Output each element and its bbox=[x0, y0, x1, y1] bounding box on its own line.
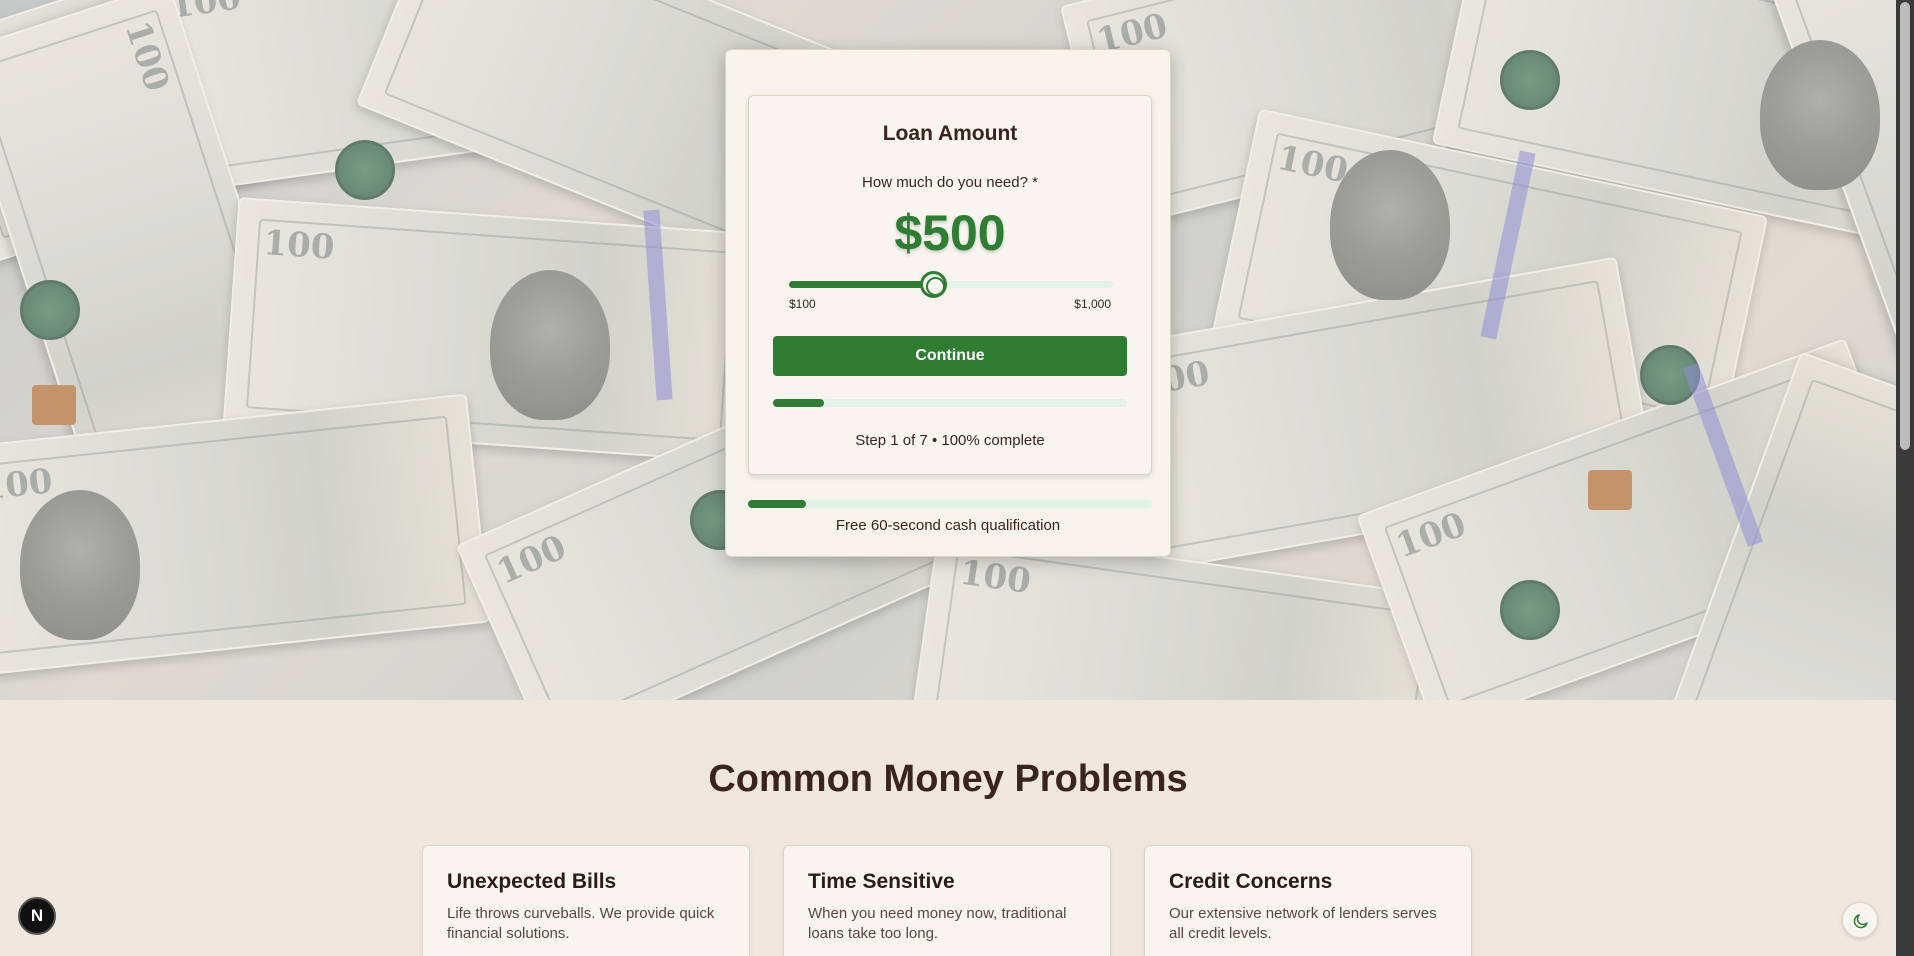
qualification-tagline: Free 60-second cash qualification bbox=[835, 517, 1061, 534]
section-title: Common Money Problems bbox=[708, 758, 1188, 800]
overall-progress-fill bbox=[748, 500, 806, 508]
amount-display: $500 bbox=[894, 205, 1006, 261]
feature-card-description: Our extensive network of lenders serves … bbox=[1169, 905, 1437, 942]
step-progress-fill bbox=[773, 399, 824, 407]
step-status-text: Step 1 of 7 • 100% complete bbox=[855, 432, 1045, 449]
amount-slider[interactable] bbox=[789, 271, 1113, 298]
page-scrollbar[interactable] bbox=[1896, 0, 1914, 956]
overall-progress-bar bbox=[748, 500, 1152, 508]
feature-card-unexpected-bills: Unexpected Bills Life throws curveballs.… bbox=[422, 845, 750, 956]
amount-slider-fill bbox=[789, 281, 933, 288]
feature-card-credit-concerns: Credit Concerns Our extensive network of… bbox=[1144, 845, 1472, 956]
loan-form-card: Loan Amount How much do you need? * $500… bbox=[725, 49, 1171, 557]
feature-card-description: When you need money now, traditional loa… bbox=[808, 905, 1067, 942]
amount-question-label: How much do you need? * bbox=[862, 174, 1038, 191]
amount-slider-thumb[interactable] bbox=[919, 271, 947, 298]
feature-card-time-sensitive: Time Sensitive When you need money now, … bbox=[783, 845, 1111, 956]
dev-tools-badge[interactable]: N bbox=[18, 897, 56, 935]
feature-card-title: Credit Concerns bbox=[1169, 870, 1333, 893]
theme-toggle-button[interactable] bbox=[1842, 902, 1878, 938]
feature-card-description: Life throws curveballs. We provide quick… bbox=[447, 905, 715, 942]
moon-icon bbox=[1853, 914, 1868, 929]
scrollbar-thumb[interactable] bbox=[1900, 2, 1910, 450]
feature-card-title: Unexpected Bills bbox=[447, 870, 617, 893]
slider-min-label: $100 bbox=[789, 297, 816, 311]
continue-button[interactable]: Continue bbox=[773, 336, 1127, 376]
step-progress-bar bbox=[773, 399, 1127, 407]
feature-card-title: Time Sensitive bbox=[808, 870, 955, 893]
step-title: Loan Amount bbox=[882, 122, 1018, 145]
loan-amount-step: Loan Amount How much do you need? * $500… bbox=[748, 95, 1152, 475]
slider-max-label: $1,000 bbox=[1074, 297, 1111, 311]
